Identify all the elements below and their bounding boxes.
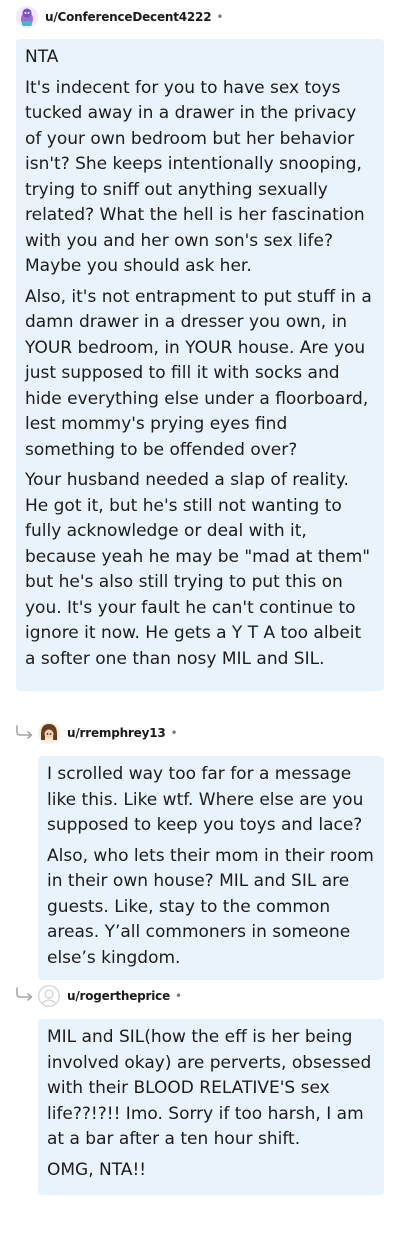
default-avatar-outline-icon	[38, 985, 60, 1007]
separator-dot: •	[216, 10, 224, 24]
comment-username[interactable]: u/rremphrey13	[67, 726, 166, 740]
comment-paragraph: NTA	[25, 47, 59, 67]
comment-paragraph: It's indecent for you to have sex toys t…	[25, 77, 365, 277]
comment-header: u/rogertheprice •	[38, 979, 384, 1013]
user-avatar[interactable]	[16, 6, 38, 28]
separator-dot: •	[175, 989, 183, 1003]
comment-header: u/rremphrey13 •	[38, 716, 384, 750]
snoo-avatar-brown-hair-icon	[38, 722, 60, 744]
comment-paragraph: I scrolled way too far for a message lik…	[47, 764, 364, 835]
user-avatar[interactable]	[38, 722, 60, 744]
comment-paragraph: Also, who lets their mom in their room i…	[47, 845, 374, 968]
comment: u/ConferenceDecent4222 • NTA It's indece…	[16, 0, 384, 691]
comment-paragraph: MIL and SIL(how the eff is her being inv…	[47, 1027, 372, 1149]
reply-arrow-icon	[14, 986, 36, 1002]
comment-paragraph: OMG, NTA!!	[47, 1159, 147, 1180]
comment-header: u/ConferenceDecent4222 •	[16, 0, 384, 34]
comment-body: NTA It's indecent for you to have sex to…	[16, 39, 384, 691]
comment-paragraph: Your husband needed a slap of reality. H…	[25, 470, 371, 669]
user-avatar[interactable]	[38, 985, 60, 1007]
comment-body: I scrolled way too far for a message lik…	[38, 756, 384, 980]
comment-username[interactable]: u/rogertheprice	[67, 989, 170, 1003]
snoo-avatar-purple-icon	[16, 6, 38, 28]
reply-arrow-icon	[14, 724, 36, 740]
comment: u/rremphrey13 • I scrolled way too far f…	[38, 716, 384, 980]
comment-paragraph: Also, it's not entrapment to put stuff i…	[25, 286, 372, 460]
comment-username[interactable]: u/ConferenceDecent4222	[45, 10, 212, 24]
separator-dot: •	[170, 726, 178, 740]
comment-body: MIL and SIL(how the eff is her being inv…	[38, 1019, 384, 1195]
comment: u/rogertheprice • MIL and SIL(how the ef…	[38, 979, 384, 1195]
